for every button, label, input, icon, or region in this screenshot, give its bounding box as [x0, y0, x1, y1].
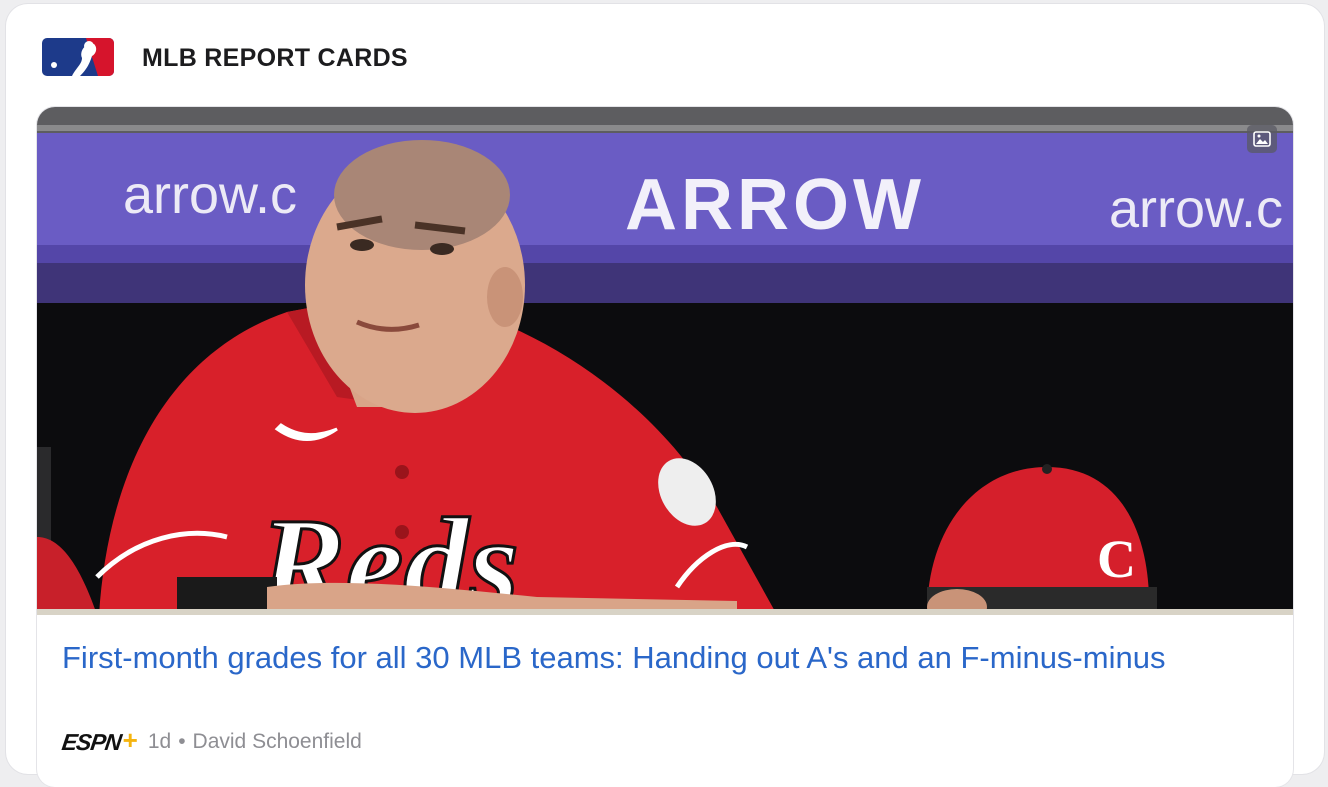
banner-text-left: arrow.c [123, 165, 297, 225]
story-age: 1d [147, 730, 172, 753]
story-author: David Schoenfield [192, 730, 362, 753]
svg-text:C: C [1097, 529, 1136, 589]
section-title[interactable]: MLB REPORT CARDS [142, 44, 408, 73]
image-icon[interactable] [1247, 125, 1277, 153]
story-headline[interactable]: First-month grades for all 30 MLB teams:… [62, 637, 1242, 679]
mlb-logo-icon [42, 38, 114, 78]
section-header: MLB REPORT CARDS [42, 34, 408, 82]
photo-bottom-strip [37, 609, 1293, 615]
news-card: MLB REPORT CARDS arrow.c ARROW arrow.c R… [6, 4, 1324, 787]
banner-text-right: arrow.c [1109, 179, 1283, 239]
banner-text-center: ARROW [625, 165, 925, 245]
espn-plus-logo: ESPN + [60, 725, 138, 756]
story-photo[interactable]: arrow.c ARROW arrow.c Reds C [37, 107, 1293, 615]
story-card[interactable]: arrow.c ARROW arrow.c Reds C First-month… [37, 107, 1293, 787]
source-name: ESPN [60, 728, 123, 755]
source-plus: + [122, 725, 138, 755]
meta-separator: • [178, 730, 186, 753]
story-meta: ESPN + 1d • David Schoenfield [60, 725, 362, 756]
